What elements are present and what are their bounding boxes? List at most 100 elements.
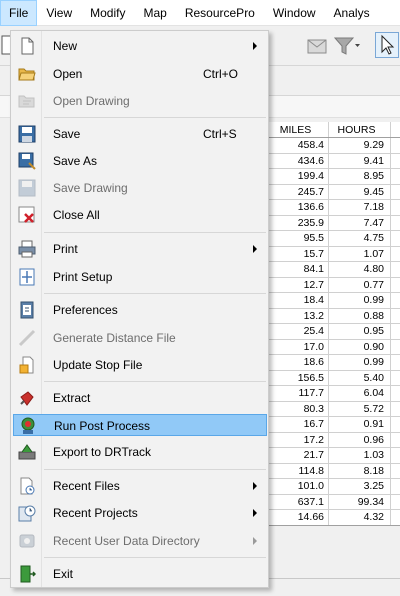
cell-miles[interactable]: 95.5 [267, 231, 329, 246]
cell-miles[interactable]: 18.6 [267, 355, 329, 370]
cell-hours[interactable]: 5.40 [329, 370, 391, 385]
cell-hours[interactable]: 0.95 [329, 324, 391, 339]
pointer-select-icon[interactable] [375, 32, 399, 58]
table-row[interactable]: 199.4 8.95 [267, 169, 400, 185]
cell-hours[interactable]: 8.18 [329, 463, 391, 478]
cell-miles[interactable]: 136.6 [267, 200, 329, 215]
cell-miles[interactable]: 18.4 [267, 293, 329, 308]
table-row[interactable]: 17.0 0.90 [267, 339, 400, 355]
table-row[interactable]: 12.7 0.77 [267, 277, 400, 293]
menu-resourcepro[interactable]: ResourcePro [176, 0, 264, 26]
cell-hours[interactable]: 0.91 [329, 417, 391, 432]
table-row[interactable]: 101.0 3.25 [267, 479, 400, 495]
cell-miles[interactable]: 17.2 [267, 432, 329, 447]
cell-miles[interactable]: 199.4 [267, 169, 329, 184]
cell-miles[interactable]: 637.1 [267, 494, 329, 509]
cell-hours[interactable]: 4.32 [329, 510, 391, 525]
cell-hours[interactable]: 0.96 [329, 432, 391, 447]
menu-item-save-as[interactable]: Save As [13, 150, 267, 172]
table-row[interactable]: 458.4 9.29 [267, 138, 400, 154]
cell-hours[interactable]: 0.99 [329, 355, 391, 370]
cell-miles[interactable]: 80.3 [267, 401, 329, 416]
menu-item-recent-files[interactable]: Recent Files [13, 475, 267, 497]
table-row[interactable]: 18.4 0.99 [267, 293, 400, 309]
menu-item-extract[interactable]: Extract [13, 387, 267, 409]
cell-miles[interactable]: 14.66 [267, 510, 329, 525]
menu-item-update-stop-file[interactable]: Update Stop File [13, 354, 267, 376]
cell-hours[interactable]: 6.04 [329, 386, 391, 401]
cell-hours[interactable]: 1.03 [329, 448, 391, 463]
cell-miles[interactable]: 25.4 [267, 324, 329, 339]
cell-miles[interactable]: 156.5 [267, 370, 329, 385]
table-row[interactable]: 136.6 7.18 [267, 200, 400, 216]
cell-miles[interactable]: 84.1 [267, 262, 329, 277]
menu-item-print-setup[interactable]: Print Setup [13, 266, 267, 288]
table-row[interactable]: 156.5 5.40 [267, 370, 400, 386]
cell-hours[interactable]: 1.07 [329, 246, 391, 261]
cell-miles[interactable]: 235.9 [267, 215, 329, 230]
cell-hours[interactable]: 0.88 [329, 308, 391, 323]
cell-miles[interactable]: 21.7 [267, 448, 329, 463]
menu-item-save-drawing[interactable]: Save Drawing [13, 177, 267, 199]
cell-hours[interactable]: 7.18 [329, 200, 391, 215]
cell-miles[interactable]: 114.8 [267, 463, 329, 478]
table-row[interactable]: 21.7 1.03 [267, 448, 400, 464]
table-row[interactable]: 245.7 9.45 [267, 184, 400, 200]
table-row[interactable]: 434.6 9.41 [267, 153, 400, 169]
menu-item-recent-user-data-directory[interactable]: Recent User Data Directory [13, 530, 267, 552]
menu-item-recent-projects[interactable]: Recent Projects [13, 502, 267, 524]
table-row[interactable]: 95.5 4.75 [267, 231, 400, 247]
cell-hours[interactable]: 9.45 [329, 184, 391, 199]
cell-hours[interactable]: 9.41 [329, 153, 391, 168]
cell-miles[interactable]: 458.4 [267, 138, 329, 153]
menu-analysis[interactable]: Analys [325, 0, 379, 26]
table-row[interactable]: 18.6 0.99 [267, 355, 400, 371]
menu-item-open-drawing[interactable]: Open Drawing [13, 90, 267, 112]
cell-hours[interactable]: 3.25 [329, 479, 391, 494]
cell-miles[interactable]: 101.0 [267, 479, 329, 494]
email-icon[interactable] [306, 32, 328, 60]
table-row[interactable]: 84.1 4.80 [267, 262, 400, 278]
cell-hours[interactable]: 4.75 [329, 231, 391, 246]
menu-item-export-drtrack[interactable]: Export to DRTrack [13, 441, 267, 463]
table-row[interactable]: 235.9 7.47 [267, 215, 400, 231]
table-row[interactable]: 117.7 6.04 [267, 386, 400, 402]
menu-view[interactable]: View [37, 0, 81, 26]
menu-item-exit[interactable]: Exit [13, 563, 267, 585]
cell-miles[interactable]: 434.6 [267, 153, 329, 168]
menu-item-open[interactable]: Open Ctrl+O [13, 63, 267, 85]
cell-hours[interactable]: 8.95 [329, 169, 391, 184]
menu-modify[interactable]: Modify [81, 0, 134, 26]
menu-item-close-all[interactable]: Close All [13, 204, 267, 226]
menu-item-print[interactable]: Print [13, 238, 267, 260]
menu-window[interactable]: Window [264, 0, 325, 26]
cell-hours[interactable]: 7.47 [329, 215, 391, 230]
column-header-miles[interactable]: MILES [267, 122, 329, 137]
menu-file[interactable]: File [0, 0, 38, 26]
table-row[interactable]: 13.2 0.88 [267, 308, 400, 324]
cell-miles[interactable]: 17.0 [267, 339, 329, 354]
cell-miles[interactable]: 245.7 [267, 184, 329, 199]
table-row[interactable]: 114.8 8.18 [267, 463, 400, 479]
column-header-hours[interactable]: HOURS [329, 122, 391, 137]
table-row[interactable]: 15.7 1.07 [267, 246, 400, 262]
menu-item-save[interactable]: Save Ctrl+S [13, 123, 267, 145]
menu-item-new[interactable]: New [13, 35, 267, 57]
menu-item-preferences[interactable]: Preferences [13, 299, 267, 321]
menu-item-generate-distance-file[interactable]: Generate Distance File [13, 327, 267, 349]
cell-miles[interactable]: 13.2 [267, 308, 329, 323]
cell-hours[interactable]: 0.77 [329, 277, 391, 292]
menu-map[interactable]: Map [134, 0, 175, 26]
table-row[interactable]: 17.2 0.96 [267, 432, 400, 448]
cell-miles[interactable]: 15.7 [267, 246, 329, 261]
table-row[interactable]: 637.1 99.34 [267, 494, 400, 510]
menu-item-run-post-process[interactable]: Run Post Process [13, 414, 267, 436]
cell-hours[interactable]: 4.80 [329, 262, 391, 277]
cell-hours[interactable]: 5.72 [329, 401, 391, 416]
cell-hours[interactable]: 99.34 [329, 494, 391, 509]
cell-miles[interactable]: 117.7 [267, 386, 329, 401]
table-row[interactable]: 14.66 4.32 [267, 510, 400, 526]
cell-hours[interactable]: 9.29 [329, 138, 391, 153]
cell-hours[interactable]: 0.90 [329, 339, 391, 354]
cell-miles[interactable]: 16.7 [267, 417, 329, 432]
